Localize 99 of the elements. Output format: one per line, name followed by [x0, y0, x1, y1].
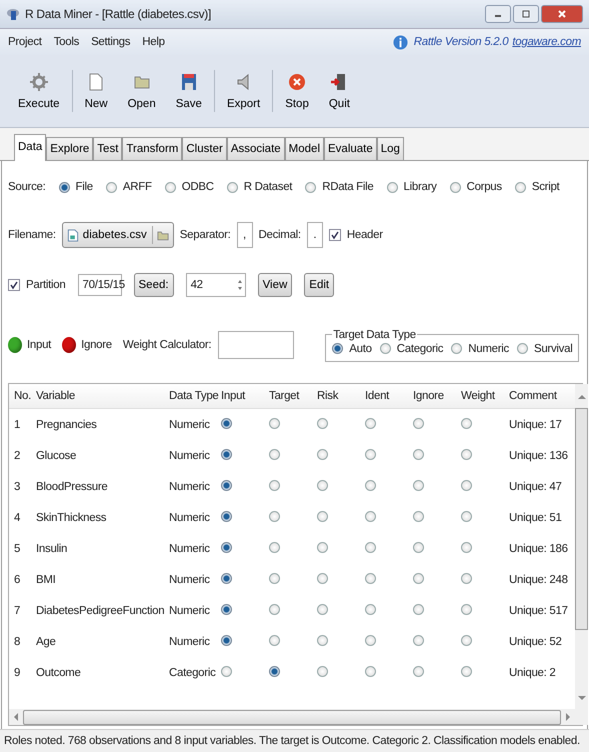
column-header[interactable]: Target	[267, 390, 315, 402]
status-bar: Roles noted. 768 observations and 8 input variables. The target is Outcome. Categoric 2. Classification models enabled.	[0, 729, 589, 752]
toolbar-button[interactable]: Save	[168, 70, 210, 112]
header-checkbox[interactable]: Header	[328, 229, 383, 241]
table-cell-text: Numeric	[168, 450, 211, 462]
separator-label: Separator:	[180, 229, 230, 241]
table-cell-text: DiabetesPedigreeFunction	[35, 604, 166, 616]
table-cell-text: 3	[13, 480, 22, 492]
table-cell-text: 9	[13, 666, 22, 678]
toolbar-button[interactable]: Stop	[277, 70, 317, 112]
view-button[interactable]: View	[258, 273, 292, 297]
table-cell-text: Numeric	[168, 542, 211, 554]
table-cell-text: Unique: 517	[508, 604, 569, 616]
column-header[interactable]: Risk	[315, 390, 363, 402]
table-cell-text: Pregnancies	[35, 418, 98, 430]
group-title: Target Data Type	[332, 328, 417, 340]
target-type-option[interactable]: Survival	[516, 342, 572, 354]
toolbar-button[interactable]: Execute	[10, 70, 68, 112]
table-cell-text: Unique: 248	[508, 574, 569, 586]
table-cell-text: SkinThickness	[35, 512, 108, 524]
tab[interactable]: Model	[284, 137, 324, 160]
table-cell-text: 1	[13, 418, 22, 430]
table-cell-text: Numeric	[168, 512, 211, 524]
website-link[interactable]: togaware.com	[512, 36, 581, 48]
table-cell-text: Numeric	[168, 604, 211, 616]
table-cell-text: Unique: 136	[508, 450, 569, 462]
menu-item[interactable]: Settings	[91, 36, 130, 48]
source-option[interactable]: ARFF	[106, 181, 152, 193]
version-label: Rattle Version 5.2.0	[414, 36, 508, 48]
tab[interactable]: Log	[376, 137, 404, 160]
weight-label: Weight Calculator:	[122, 339, 212, 351]
column-header[interactable]: Input	[219, 390, 267, 402]
source-option[interactable]: R Dataset	[226, 181, 292, 193]
table-cell-text: BMI	[35, 574, 57, 586]
tab[interactable]: Cluster	[182, 137, 227, 160]
table-cell-text: Numeric	[168, 636, 211, 648]
source-label: Source:	[8, 181, 46, 193]
table-cell-text: 6	[13, 574, 22, 586]
toolbar-button[interactable]: New	[76, 70, 116, 112]
table-cell-text: Outcome	[35, 666, 82, 678]
column-header[interactable]: No.	[12, 390, 34, 402]
table-cell-text: Unique: 51	[508, 512, 563, 524]
toolbar-button[interactable]: Export	[218, 70, 268, 112]
table-cell-text: Categoric	[168, 666, 217, 678]
table-cell-text: 5	[13, 542, 22, 554]
column-header[interactable]: Ignore	[411, 390, 459, 402]
column-header[interactable]: Data Type	[167, 390, 219, 402]
table-cell-text: Numeric	[168, 418, 211, 430]
table-cell-text: Insulin	[35, 542, 68, 554]
decimal-label: Decimal:	[258, 229, 301, 241]
table-cell-text: 4	[13, 512, 22, 524]
table-cell-text: Unique: 2	[508, 666, 557, 678]
table-cell-text: 7	[13, 604, 22, 616]
tab[interactable]: Associate	[226, 137, 285, 160]
table-cell-text: Unique: 17	[508, 418, 563, 430]
column-header[interactable]: Variable	[34, 390, 167, 402]
column-header[interactable]: Ident	[363, 390, 411, 402]
tab[interactable]: Test	[93, 137, 122, 160]
target-type-option[interactable]: Auto	[332, 342, 372, 354]
legend-label: Input	[27, 339, 52, 351]
seed-spinner[interactable]: 42	[186, 273, 246, 297]
filename-label: Filename:	[8, 229, 56, 241]
decimal-field[interactable]: .	[306, 222, 323, 248]
column-header[interactable]: Comment	[507, 390, 575, 402]
toolbar-button[interactable]: Open	[120, 70, 164, 112]
edit-button[interactable]: Edit	[304, 273, 334, 297]
source-option[interactable]: File	[58, 181, 93, 193]
table-cell-text: Numeric	[168, 574, 211, 586]
source-option[interactable]: RData File	[305, 181, 374, 193]
toolbar-button[interactable]: Quit	[320, 70, 358, 112]
menu-item[interactable]: Tools	[54, 36, 80, 48]
table-cell-text: Unique: 52	[508, 636, 563, 648]
source-option[interactable]: Library	[386, 181, 437, 193]
partition-checkbox[interactable]: Partition	[8, 279, 66, 291]
column-header[interactable]: Weight	[459, 390, 507, 402]
tab[interactable]: Data	[14, 134, 46, 161]
menu-item[interactable]: Help	[142, 36, 165, 48]
source-option[interactable]: ODBC	[164, 181, 214, 193]
separator-field[interactable]: ,	[236, 222, 252, 248]
target-type-option[interactable]: Numeric	[451, 342, 509, 354]
table-cell-text: Glucose	[35, 450, 78, 462]
file-chooser[interactable]: diabetes.csv	[62, 222, 174, 248]
table-cell-text: BloodPressure	[35, 480, 109, 492]
table-cell-text: Unique: 47	[508, 480, 563, 492]
table-cell-text: 2	[13, 450, 22, 462]
table-cell-text: Unique: 186	[508, 542, 569, 554]
source-option[interactable]: Script	[514, 181, 560, 193]
table-cell-text: Age	[35, 636, 57, 648]
window-title: R Data Miner - [Rattle (diabetes.csv)]	[25, 7, 211, 21]
seed-button[interactable]: Seed:	[134, 273, 174, 297]
table-cell-text: Numeric	[168, 480, 211, 492]
target-type-option[interactable]: Categoric	[380, 342, 444, 354]
tab[interactable]: Transform	[122, 137, 182, 160]
legend-label: Ignore	[81, 339, 112, 351]
tab[interactable]: Evaluate	[324, 137, 377, 160]
source-option[interactable]: Corpus	[450, 181, 502, 193]
menu-item[interactable]: Project	[8, 36, 42, 48]
tab[interactable]: Explore	[46, 137, 94, 160]
table-cell-text: 8	[13, 636, 22, 648]
